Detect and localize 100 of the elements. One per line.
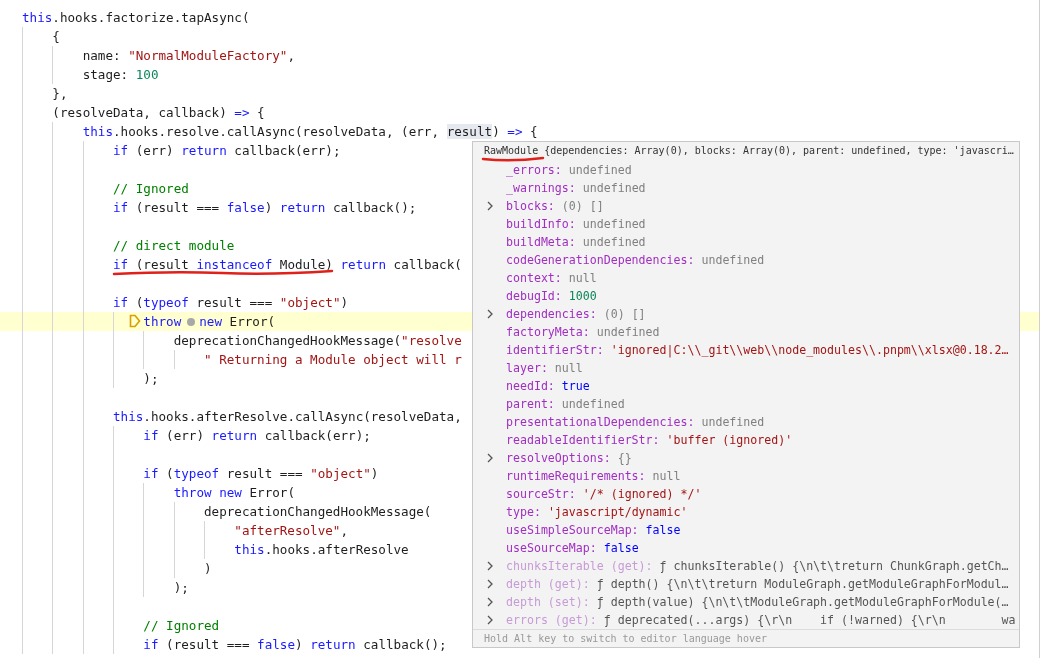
property-value: 'javascript/dynamic': [547, 505, 688, 519]
chevron-icon[interactable]: [486, 579, 494, 589]
keyword: =>: [507, 124, 523, 139]
property-name: needId:: [506, 379, 555, 393]
property-value: null: [554, 361, 583, 375]
property-name: useSourceMap:: [506, 541, 597, 555]
code-comment: // Ignored: [143, 618, 220, 633]
chevron-icon[interactable]: [486, 615, 494, 625]
code-text: ,: [287, 48, 295, 63]
keyword: this: [82, 124, 113, 139]
code-text: callback();: [362, 637, 447, 652]
keyword: if: [113, 143, 129, 158]
code-text: (result: [134, 257, 190, 272]
code-text: (err): [165, 428, 205, 443]
breakpoint-dot-icon[interactable]: [187, 318, 196, 326]
keyword: this: [113, 409, 144, 424]
chevron-icon[interactable]: [486, 453, 494, 463]
code-text: (result ===: [134, 200, 221, 215]
string-literal: " Returning a Module object will r: [203, 352, 462, 367]
keyword: if: [113, 200, 129, 215]
keyword: if: [143, 428, 159, 443]
keyword: throw: [143, 314, 182, 329]
keyword: return: [310, 637, 356, 652]
code-text: .hooks.resolve.callAsync(resolveData, (err,: [113, 124, 441, 139]
code-text: deprecationChangedHookMessage(: [203, 504, 432, 519]
keyword: new: [199, 314, 222, 329]
property-name: layer:: [506, 361, 548, 375]
keyword: typeof: [143, 295, 189, 310]
code-text: Module): [278, 257, 334, 272]
property-value: undefined: [596, 325, 660, 339]
property-name: sourceStr:: [506, 487, 576, 501]
property-value: ƒ depth() {\n\t\treturn ModuleGraph.getModuleGraphForModul…: [596, 577, 1009, 591]
code-text: {: [529, 124, 538, 139]
keyword: this: [234, 542, 265, 557]
string-literal: "object": [279, 295, 341, 310]
property-value: undefined: [568, 163, 632, 177]
code-text: ): [203, 561, 212, 576]
code-text: result ===: [195, 295, 274, 310]
chevron-icon[interactable]: [486, 597, 494, 607]
hover-header: RawModule {dependencies: Array(0), blocks: Array(0), parent: undefined, type: 'javascri…: [483, 144, 1015, 158]
code-comment: // Ignored: [113, 181, 189, 196]
string-literal: "object": [310, 466, 371, 481]
property-value: ƒ depth(value) {\n\t\tModuleGraph.getModuleGraphForModule(…: [596, 595, 1009, 609]
code-text: );: [143, 371, 159, 386]
code-text: callback(err);: [263, 428, 371, 443]
string-literal: "resolve: [401, 333, 462, 348]
chevron-icon[interactable]: [486, 309, 494, 319]
property-name: runtimeRequirements:: [506, 469, 646, 483]
chevron-icon[interactable]: [486, 561, 494, 571]
property-name: buildInfo:: [506, 217, 576, 231]
highlighted-word: result: [446, 124, 493, 139]
code-text: .hooks.afterResolve: [264, 542, 409, 557]
property-value: undefined: [582, 181, 646, 195]
property-name: resolveOptions:: [506, 451, 611, 465]
keyword: return: [211, 428, 258, 443]
property-name: useSimpleSourceMap:: [506, 523, 639, 537]
property-value: 'buffer (ignored)': [666, 433, 793, 447]
keyword: return: [340, 257, 386, 272]
property-value: undefined: [582, 235, 646, 249]
property-name: _warnings:: [506, 181, 576, 195]
property-name: depth (set):: [506, 595, 590, 609]
chevron-icon[interactable]: [486, 201, 494, 211]
property-value: ƒ deprecated(...args) {\r\n if (!warned) {\r\n wa: [603, 613, 1016, 627]
property-name: _errors:: [506, 163, 562, 177]
code-text: {: [256, 105, 265, 120]
property-name: factoryMeta:: [506, 325, 590, 339]
code-text: (: [134, 295, 144, 310]
property-value: ƒ chunksIterable() {\n\t\treturn ChunkGraph.getCh…: [659, 559, 1009, 573]
code-text: ): [295, 637, 304, 652]
code-text: ): [370, 466, 379, 481]
property-value: {}: [617, 451, 632, 465]
property-name: debugId:: [506, 289, 562, 303]
property-name: blocks:: [506, 199, 555, 213]
execution-pointer-icon: [129, 314, 142, 328]
code-text: Error(: [248, 485, 295, 500]
property-name: dependencies:: [506, 307, 597, 321]
string-literal: "NormalModuleFactory": [128, 48, 288, 63]
keyword: this: [22, 10, 53, 25]
property-value: '/* (ignored) */': [582, 487, 702, 501]
property-value: undefined: [561, 397, 625, 411]
code-text: (resolveData, callback): [52, 105, 228, 120]
code-text: ): [264, 200, 274, 215]
property-name: presentationalDependencies:: [506, 415, 695, 429]
code-text: callback();: [331, 200, 417, 215]
keyword: false: [226, 200, 265, 215]
keyword: return: [181, 143, 227, 158]
code-text: stage:: [82, 67, 130, 82]
code-text: (: [165, 466, 174, 481]
property-name: readableIdentifierStr:: [506, 433, 660, 447]
property-name: type:: [506, 505, 541, 519]
keyword: typeof: [173, 466, 220, 481]
property-name: depth (get):: [506, 577, 590, 591]
property-value: (0) []: [603, 307, 646, 321]
property-value: 1000: [568, 289, 597, 303]
property-name: codeGenerationDependencies:: [506, 253, 695, 267]
code-text: (err): [134, 143, 175, 158]
keyword: if: [143, 637, 159, 652]
keyword: false: [257, 637, 295, 652]
property-value: undefined: [701, 253, 765, 267]
string-literal: "afterResolve": [234, 523, 341, 538]
